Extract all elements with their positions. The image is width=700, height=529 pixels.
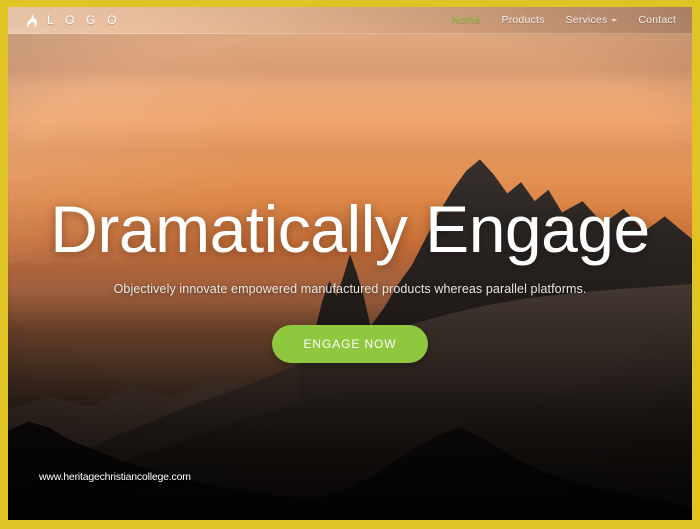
flame-icon (27, 12, 38, 28)
brand-logo[interactable]: L O G O (25, 12, 121, 28)
nav-link-contact[interactable]: Contact (638, 14, 676, 26)
nav-links: Home Products Services Contact (452, 14, 676, 26)
top-navigation-bar: L O G O Home Products Services Contact (8, 7, 692, 34)
page-frame: L O G O Home Products Services Contact D… (0, 0, 700, 529)
nav-link-products[interactable]: Products (501, 14, 544, 26)
engage-now-button[interactable]: ENGAGE NOW (272, 325, 428, 364)
hero-cta-wrapper: ENGAGE NOW (28, 325, 672, 364)
chevron-down-icon (611, 19, 618, 22)
nav-link-services-label: Services (565, 14, 608, 26)
nav-link-services[interactable]: Services (566, 14, 618, 26)
watermark-url: www.heritagechristiancollege.com (39, 471, 191, 483)
brand-logo-text: L O G O (47, 13, 121, 27)
hero-content: Dramatically Engage Objectively innovate… (8, 192, 692, 364)
hero-section: L O G O Home Products Services Contact D… (8, 7, 692, 520)
nav-link-home-label: Home (451, 14, 481, 26)
nav-link-products-label: Products (501, 14, 545, 26)
hero-title: Dramatically Engage (50, 192, 650, 266)
hero-subtitle: Objectively innovate empowered manufactu… (113, 282, 587, 297)
nav-link-contact-label: Contact (638, 14, 676, 26)
nav-link-home[interactable]: Home (452, 14, 481, 26)
